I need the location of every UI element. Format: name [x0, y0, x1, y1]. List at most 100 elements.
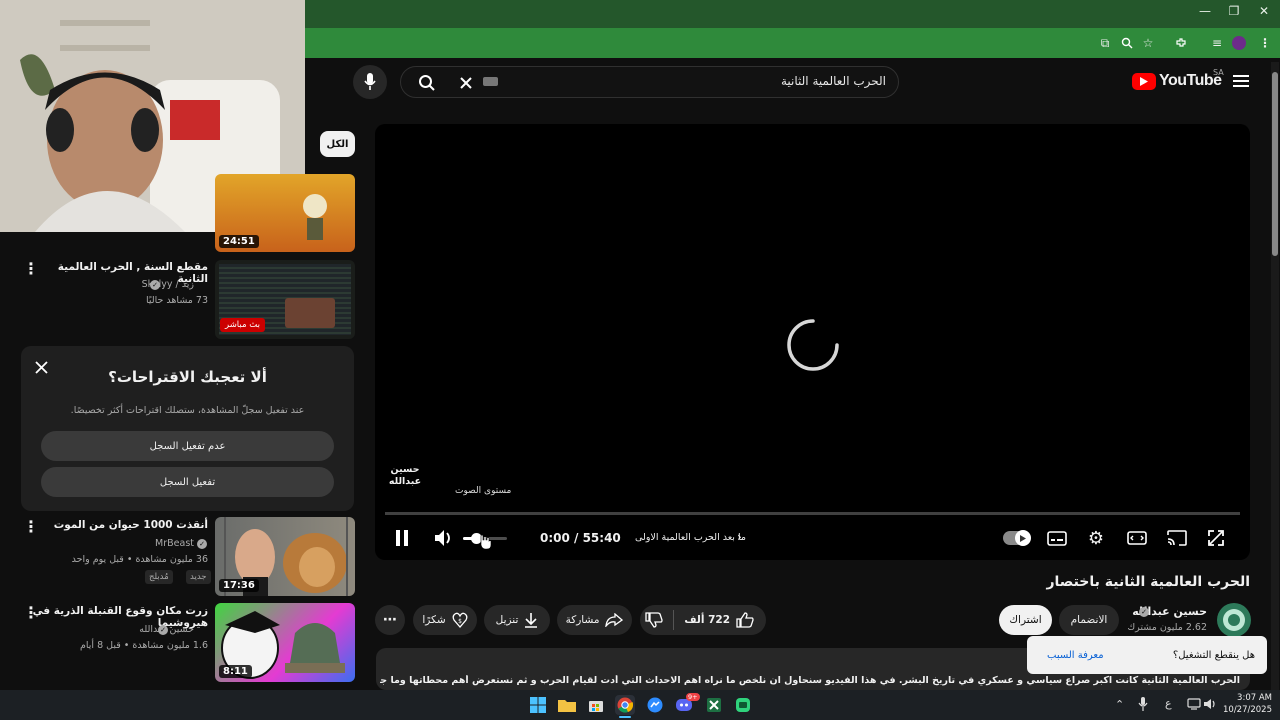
extensions-icon[interactable]	[1172, 34, 1190, 52]
enable-history-button[interactable]: تفعيل السجل	[41, 467, 334, 497]
video-player[interactable]: حسين عبدالله مستوى الصوت 0:00 / 55:40 ما…	[375, 124, 1250, 560]
volume-tooltip: مستوى الصوت	[455, 486, 512, 496]
media-controls-icon[interactable]: ≡	[1208, 34, 1226, 52]
progress-bar[interactable]	[385, 512, 1240, 515]
more-actions-icon[interactable]: ⋮	[23, 605, 39, 621]
svg-text:$: $	[458, 618, 462, 625]
channel-watermark[interactable]: حسين عبدالله	[385, 464, 425, 489]
search-input[interactable]: الحرب العالمية الثانية	[781, 74, 886, 88]
like-icon[interactable]	[736, 612, 754, 628]
video-duration: 17:36	[219, 579, 259, 592]
download-label: تنزيل	[495, 614, 519, 626]
learn-reason-link[interactable]: معرفة السبب	[1047, 650, 1104, 661]
toast-question: هل ينقطع التشغيل؟	[1172, 649, 1255, 661]
hamburger-menu-icon[interactable]	[1232, 72, 1250, 90]
live-badge: بث مباشر	[220, 318, 265, 332]
zoom-icon[interactable]	[1118, 34, 1136, 52]
microphone-icon[interactable]	[1137, 697, 1149, 711]
video-thumbnail[interactable]: 8:11	[215, 603, 355, 682]
windows-taskbar	[0, 690, 1280, 720]
time-display: 0:00 / 55:40	[540, 531, 621, 545]
more-actions-icon[interactable]: ⋮	[23, 261, 39, 277]
subscriber-count: 2.62 مليون مشترك	[1127, 622, 1207, 633]
video-thumbnail[interactable]: 17:36	[215, 517, 355, 596]
close-window-button[interactable]: ✕	[1249, 4, 1279, 22]
join-button[interactable]: الانضمام	[1059, 605, 1119, 635]
keyboard-icon[interactable]	[483, 77, 498, 86]
network-icon[interactable]	[1187, 697, 1201, 711]
subscribe-button[interactable]: اشتراك	[999, 605, 1052, 635]
video-channel[interactable]: حسين عبدالله	[44, 624, 194, 635]
chrome-icon[interactable]	[615, 695, 635, 715]
suggestion-card: ألا تعجبك الاقتراحات؟ عند تفعيل سجلّ الم…	[21, 346, 354, 511]
discord-notification-badge: 9+	[686, 693, 700, 701]
language-indicator[interactable]: ع	[1165, 697, 1172, 710]
cast-icon[interactable]	[1166, 529, 1188, 547]
bookmark-star-icon[interactable]: ☆	[1139, 34, 1157, 52]
video-title-heading: الحرب العالمية الثانية باختصار	[1046, 574, 1250, 590]
chapter-title[interactable]: ما بعد الحرب العالمية الاولى	[635, 532, 746, 543]
dislike-icon[interactable]	[645, 612, 664, 628]
more-options-icon[interactable]: ⋯	[375, 605, 405, 635]
loading-spinner	[787, 319, 839, 371]
channel-avatar[interactable]	[1217, 603, 1251, 637]
chip-all[interactable]: الكل	[320, 131, 355, 157]
page-scrollbar[interactable]	[1271, 62, 1279, 690]
search-box[interactable]: الحرب العالمية الثانية	[400, 66, 899, 98]
fullscreen-icon[interactable]	[1206, 529, 1226, 547]
card-title: ألا تعجبك الاقتراحات؟	[108, 368, 267, 386]
green-app-icon[interactable]	[733, 695, 753, 715]
install-app-icon[interactable]: ⧉	[1096, 34, 1114, 52]
share-label: مشاركة	[565, 614, 600, 626]
more-actions-icon[interactable]: ⋮	[23, 519, 39, 535]
search-icon[interactable]	[417, 73, 437, 93]
restore-button[interactable]: ❐	[1219, 4, 1249, 22]
video-thumbnail[interactable]: بث مباشر	[215, 260, 355, 339]
autoplay-toggle[interactable]	[1003, 530, 1031, 546]
video-channel[interactable]: MrBeast	[44, 538, 194, 549]
windows-start-icon[interactable]	[528, 695, 548, 715]
volume-icon[interactable]	[433, 528, 455, 548]
video-thumbnail[interactable]: 24:51	[215, 174, 355, 252]
pause-icon[interactable]	[392, 528, 412, 548]
minimize-button[interactable]: —	[1190, 4, 1220, 22]
region-code: SA	[1213, 68, 1224, 77]
autoplay-play-icon	[1015, 530, 1031, 546]
video-duration: 8:11	[219, 665, 252, 678]
new-badge: جديد	[186, 570, 211, 584]
messenger-icon[interactable]	[645, 695, 665, 715]
youtube-logo[interactable]: YouTube	[1132, 72, 1222, 90]
speaker-icon[interactable]	[1203, 697, 1217, 711]
like-count[interactable]: 722 ألف	[684, 614, 730, 626]
subtitles-icon[interactable]	[1046, 529, 1068, 547]
keep-history-off-button[interactable]: عدم تفعيل السجل	[41, 431, 334, 461]
thanks-heart-icon: $	[452, 612, 468, 628]
active-app-indicator	[619, 716, 631, 718]
clear-search-icon[interactable]	[457, 74, 475, 92]
clock-date[interactable]: 10/27/2025	[1222, 705, 1272, 715]
store-icon[interactable]	[586, 695, 606, 715]
profile-avatar[interactable]	[1232, 36, 1246, 50]
theater-mode-icon[interactable]	[1126, 529, 1148, 547]
video-duration: 24:51	[219, 235, 259, 248]
download-icon	[524, 612, 538, 628]
verified-icon: ✓	[1139, 607, 1149, 617]
video-title[interactable]: أنقذت 1000 حيوان من الموت	[38, 519, 208, 531]
clock-time[interactable]: 3:07 AM	[1222, 693, 1272, 703]
excel-icon[interactable]	[704, 695, 724, 715]
share-button[interactable]: مشاركة	[557, 605, 632, 635]
scrollbar-thumb[interactable]	[1272, 72, 1278, 256]
video-meta: 1.6 مليون مشاهدة • قبل 8 أيام	[80, 640, 208, 651]
thanks-button[interactable]: $ شكرًا	[413, 605, 477, 635]
dubbed-badge: مُدبلج	[145, 570, 173, 584]
download-button[interactable]: تنزيل	[484, 605, 550, 635]
file-explorer-icon[interactable]	[557, 695, 577, 715]
video-channel[interactable]: زيد / Skelyy	[44, 279, 194, 290]
verified-icon: ✓	[158, 625, 168, 635]
voice-search-icon[interactable]	[353, 65, 387, 99]
chevron-right-icon[interactable]: ›	[737, 530, 742, 544]
browser-menu-icon[interactable]: ⋮	[1256, 34, 1274, 52]
video-meta: 73 مشاهد حاليًا	[145, 295, 208, 306]
settings-gear-icon[interactable]: ⚙	[1086, 528, 1106, 549]
tray-chevron-up-icon[interactable]: ⌃	[1115, 698, 1124, 711]
